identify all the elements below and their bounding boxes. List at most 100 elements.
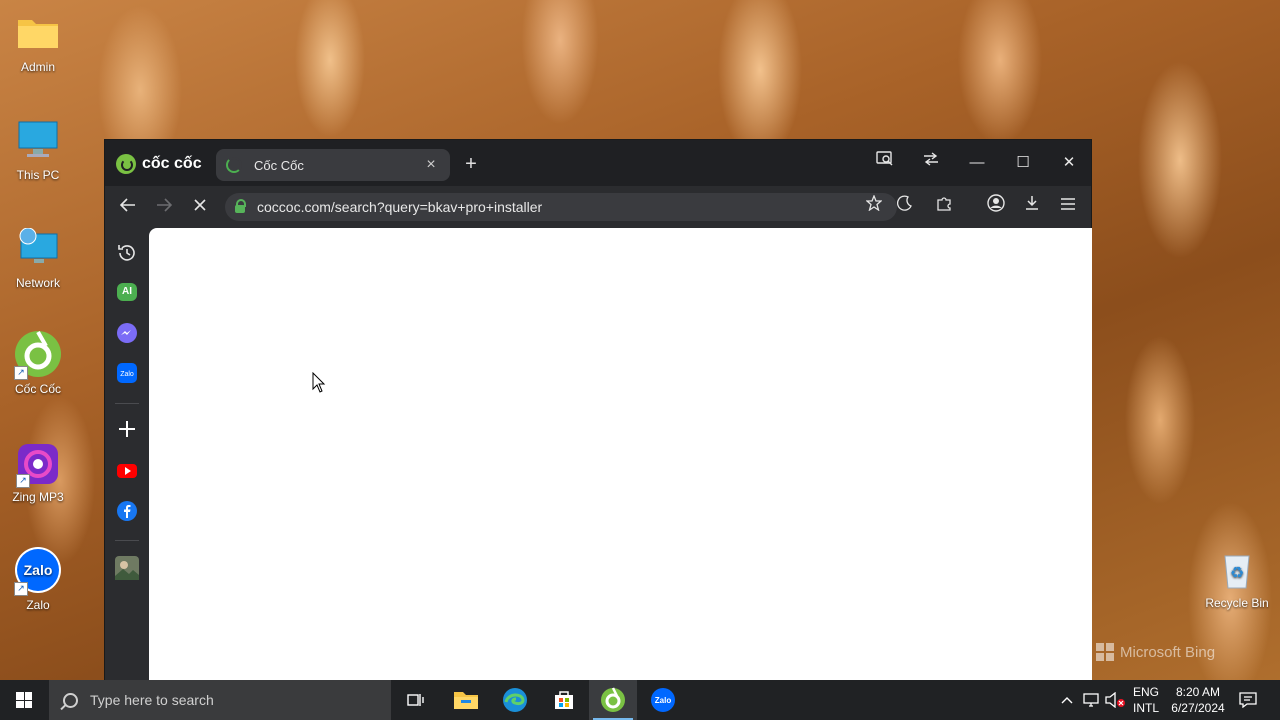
profile-button[interactable] (983, 194, 1009, 220)
search-placeholder: Type here to search (90, 692, 214, 708)
puzzle-icon (937, 197, 951, 211)
browser-toolbar: coccoc.com/search?query=bkav+pro+install… (105, 186, 1091, 228)
volume-button[interactable] (1104, 680, 1126, 720)
network-status-button[interactable] (1082, 680, 1100, 720)
windows-logo-icon (16, 692, 32, 708)
tab-close-button[interactable]: × (422, 156, 440, 174)
forward-button[interactable] (151, 194, 177, 220)
history-icon (118, 245, 135, 261)
recycle-bin-icon: ♻ (1215, 548, 1259, 592)
tab-coccoc[interactable]: Cốc Cốc × (216, 149, 450, 181)
dark-mode-button[interactable] (892, 194, 918, 220)
tab-switch-icon (924, 152, 938, 166)
user-icon (987, 194, 1005, 212)
maximize-button[interactable]: ☐ (1005, 150, 1041, 176)
desktop-icon-network[interactable]: Network (0, 227, 76, 290)
browser-titlebar[interactable]: cốc cốc Cốc Cốc × + — ☐ ✕ (105, 140, 1091, 186)
back-button[interactable] (115, 194, 141, 220)
extensions-button[interactable] (931, 194, 957, 220)
clock-time: 8:20 AM (1175, 685, 1221, 699)
address-text[interactable]: coccoc.com/search?query=bkav+pro+install… (257, 199, 542, 215)
desktop-icon-recycle-bin[interactable]: ♻ Recycle Bin (1199, 548, 1275, 610)
desktop-icon-label: Zing MP3 (12, 490, 64, 504)
plus-icon (119, 421, 135, 437)
task-view-button[interactable] (392, 680, 440, 720)
taskbar-file-explorer[interactable] (442, 680, 490, 720)
zalo-icon: Zalo (651, 688, 675, 712)
microsoft-logo-icon (1096, 643, 1114, 661)
start-button[interactable] (0, 680, 48, 720)
svg-text:♻: ♻ (1230, 565, 1244, 582)
sidebar-add-button[interactable] (115, 419, 139, 443)
watermark-text: Microsoft Bing (1120, 643, 1216, 661)
chevron-up-icon (1061, 697, 1073, 704)
photo-thumbnail-icon (115, 556, 139, 580)
desktop-icon-admin[interactable]: Admin (0, 12, 76, 74)
input-language-button[interactable]: ENG INTL (1131, 680, 1161, 720)
brand[interactable]: cốc cốc (116, 153, 202, 175)
desktop-icon-this-pc[interactable]: This PC (0, 120, 76, 182)
bing-watermark: Microsoft Bing (1096, 643, 1215, 661)
screenshot-search-button[interactable] (867, 150, 903, 176)
sidebar-item-zalo[interactable]: Zalo (115, 362, 139, 386)
desktop-icon-zalo[interactable]: Zalo ↗ Zalo (0, 546, 76, 612)
desktop-icon-label: Network (15, 276, 60, 290)
taskbar-edge[interactable] (491, 680, 539, 720)
minimize-button[interactable]: — (959, 150, 995, 176)
folder-icon (454, 692, 478, 709)
sidebar-item-messenger[interactable] (115, 322, 139, 346)
zalo-taskbar-label: Zalo (655, 696, 672, 705)
desktop-icon-label: Zalo (26, 598, 50, 612)
sidebar-item-facebook[interactable] (115, 500, 139, 524)
edge-icon (503, 688, 527, 712)
taskbar-zalo[interactable]: Zalo (639, 680, 687, 720)
address-bar[interactable]: coccoc.com/search?query=bkav+pro+install… (225, 193, 897, 221)
taskbar-coccoc[interactable] (589, 680, 637, 720)
close-icon (194, 199, 206, 211)
zing-mp3-icon: ↗ (16, 442, 60, 488)
show-hidden-icons-button[interactable] (1058, 680, 1076, 720)
clock[interactable]: 8:20 AM 6/27/2024 (1166, 680, 1230, 720)
sidebar-divider (115, 540, 139, 541)
language-code: ENG (1132, 685, 1159, 699)
computer-icon (16, 120, 60, 164)
coccoc-logo-icon (116, 154, 136, 174)
desktop-icon-zing-mp3[interactable]: ↗ Zing MP3 (0, 442, 76, 504)
desktop-icon-label: Cốc Cốc (14, 382, 61, 396)
arrow-left-icon (119, 198, 135, 212)
download-icon (1026, 196, 1038, 210)
taskbar-store[interactable] (540, 680, 588, 720)
taskbar-search-box[interactable]: Type here to search (49, 680, 391, 720)
page-content[interactable] (149, 228, 1092, 680)
menu-button[interactable] (1055, 194, 1081, 220)
brand-name: cốc cốc (142, 155, 202, 172)
speaker-muted-icon (1105, 692, 1125, 708)
browser-window: cốc cốc Cốc Cốc × + — ☐ ✕ coccoc.com/sea… (104, 139, 1092, 680)
screen-search-icon (876, 151, 893, 166)
clock-date: 6/27/2024 (1171, 701, 1225, 715)
shortcut-arrow-icon: ↗ (14, 582, 28, 596)
shortcut-arrow-icon: ↗ (16, 474, 30, 488)
store-icon (555, 691, 573, 709)
downloads-button[interactable] (1019, 194, 1045, 220)
tab-actions-button[interactable] (913, 150, 949, 176)
ai-icon: AI (122, 286, 132, 297)
new-tab-button[interactable]: + (460, 153, 482, 175)
close-window-button[interactable]: ✕ (1051, 150, 1087, 176)
loading-spinner-icon (226, 157, 242, 173)
arrow-right-icon (157, 198, 173, 212)
facebook-icon (117, 501, 137, 521)
desktop-icon-label: Recycle Bin (1205, 596, 1269, 610)
youtube-icon (117, 464, 137, 478)
sidebar-item-photo[interactable] (115, 556, 139, 580)
action-center-button[interactable] (1234, 680, 1262, 720)
bookmark-button[interactable] (861, 194, 887, 220)
sidebar-item-ai[interactable]: AI (117, 283, 137, 301)
sidebar-item-history[interactable] (115, 242, 139, 266)
sidebar-item-youtube[interactable] (115, 460, 139, 484)
messenger-icon (117, 323, 137, 343)
desktop-icon-label: This PC (16, 168, 60, 182)
network-icon (16, 227, 60, 272)
desktop-icon-coccoc[interactable]: ↗ Cốc Cốc (0, 330, 76, 396)
stop-loading-button[interactable] (187, 194, 213, 220)
